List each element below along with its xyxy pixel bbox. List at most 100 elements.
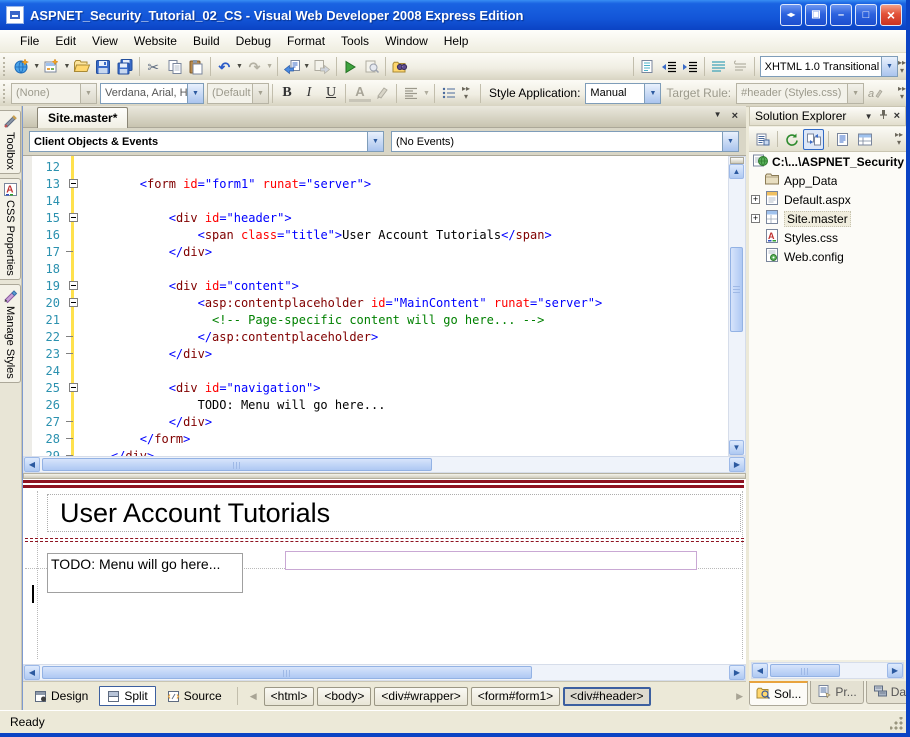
view-button-source[interactable]: Source	[160, 686, 229, 706]
panel-tab-pr[interactable]: Pr...	[810, 681, 863, 704]
view-code-icon[interactable]	[832, 129, 853, 150]
font-size-dropdown[interactable]: (Default ▼	[207, 83, 269, 104]
alignment-dropdown-icon[interactable]: ▼	[422, 82, 431, 104]
uncomment-lines-icon[interactable]	[729, 56, 750, 78]
scrollbar-thumb[interactable]	[730, 247, 743, 332]
design-view[interactable]: User Account Tutorials TODO: Menu will g…	[23, 479, 746, 664]
menu-item-help[interactable]: Help	[436, 31, 477, 51]
tree-item-web-config[interactable]: Web.config	[749, 247, 906, 266]
tree-item-styles-css[interactable]: AStyles.css	[749, 228, 906, 247]
scroll-right-icon[interactable]: ▶	[729, 665, 745, 680]
scroll-left-icon[interactable]: ◀	[24, 665, 40, 680]
tree-horizontal-scrollbar[interactable]: ◀ ▶	[751, 662, 904, 679]
solution-explorer-title-bar[interactable]: Solution Explorer ▼ ×	[749, 106, 906, 126]
panel-menu-dropdown-icon[interactable]: ▼	[865, 112, 873, 121]
cut-icon[interactable]: ✂	[142, 56, 163, 78]
sidebar-tab-toolbox[interactable]: Toolbox	[0, 110, 21, 174]
tree-item-site-master[interactable]: +Site.master	[749, 209, 906, 228]
find-in-files-icon[interactable]	[389, 56, 410, 78]
design-horizontal-scrollbar[interactable]: ◀ ▶	[23, 664, 746, 681]
document-list-dropdown-icon[interactable]: ▼	[714, 110, 722, 122]
fold-collapse-icon[interactable]	[64, 298, 82, 307]
close-document-icon[interactable]: ×	[732, 110, 738, 122]
toolbar-overflow-icon[interactable]: ▸▸▾	[898, 59, 906, 75]
resize-grip[interactable]	[890, 717, 904, 731]
toolbar-overflow-icon[interactable]: ▸▸▾	[898, 85, 906, 101]
expand-icon[interactable]: +	[751, 195, 760, 204]
tag-nav-scroll-left-icon[interactable]: ◀	[250, 691, 257, 702]
panel-tab-sol[interactable]: Sol...	[749, 681, 808, 706]
content-placeholder-region[interactable]	[285, 551, 697, 570]
menu-item-file[interactable]: File	[12, 31, 47, 51]
tab-site-master[interactable]: Site.master*	[37, 107, 128, 128]
start-debugging-icon[interactable]	[340, 56, 361, 78]
target-class-dropdown[interactable]: (None) ▼	[11, 83, 97, 104]
italic-icon[interactable]: I	[298, 82, 320, 104]
scrollbar-thumb[interactable]	[770, 664, 840, 677]
tag-navigator-body[interactable]: <body>	[317, 687, 371, 706]
tree-item-app-data[interactable]: App_Data	[749, 171, 906, 190]
save-icon[interactable]	[93, 56, 114, 78]
code-line-21[interactable]: 21 <!-- Page-specific content will go he…	[32, 311, 722, 328]
code-line-23[interactable]: 23 </div>	[32, 345, 722, 362]
code-line-20[interactable]: 20 <asp:contentplaceholder id="MainConte…	[32, 294, 722, 311]
find-icon[interactable]	[361, 56, 382, 78]
scroll-left-icon[interactable]: ◀	[752, 663, 768, 678]
code-line-17[interactable]: 17 </div>	[32, 243, 722, 260]
header-region[interactable]: User Account Tutorials	[47, 494, 741, 532]
code-line-15[interactable]: 15 <div id="header">	[32, 209, 722, 226]
navigate-backward-icon[interactable]	[281, 56, 302, 78]
code-line-12[interactable]: 12	[32, 158, 722, 175]
tag-navigator-html[interactable]: <html>	[264, 687, 315, 706]
editor-horizontal-scrollbar[interactable]: ◀ ▶	[23, 456, 746, 473]
code-line-18[interactable]: 18	[32, 260, 722, 277]
view-button-design[interactable]: Design	[27, 686, 95, 706]
sidebar-tab-manage-styles[interactable]: Manage Styles	[0, 284, 21, 383]
events-dropdown[interactable]: (No Events) ▼	[391, 131, 739, 152]
format-document-icon[interactable]	[637, 56, 658, 78]
comment-lines-icon[interactable]	[708, 56, 729, 78]
copy-web-site-icon[interactable]	[803, 129, 824, 150]
code-line-27[interactable]: 27 </div>	[32, 413, 722, 430]
code-line-29[interactable]: 29 </div>	[32, 447, 722, 456]
bullet-list-icon[interactable]	[438, 82, 460, 104]
code-line-26[interactable]: 26 TODO: Menu will go here...	[32, 396, 722, 413]
code-line-19[interactable]: 19 <div id="content">	[32, 277, 722, 294]
close-button[interactable]: ×	[880, 4, 902, 26]
add-new-item-icon[interactable]	[41, 56, 62, 78]
code-line-13[interactable]: 13 <form id="form1" runat="server">	[32, 175, 722, 192]
open-file-icon[interactable]	[71, 56, 92, 78]
fold-collapse-icon[interactable]	[64, 383, 82, 392]
minimize-button[interactable]: –	[830, 4, 852, 26]
scroll-down-icon[interactable]: ▼	[729, 440, 744, 455]
paste-icon[interactable]	[185, 56, 206, 78]
menu-item-window[interactable]: Window	[377, 31, 436, 51]
navigate-backward-dropdown-icon[interactable]: ▼	[302, 56, 311, 78]
menu-item-debug[interactable]: Debug	[228, 31, 279, 51]
redo-dropdown-icon[interactable]: ▼	[265, 56, 274, 78]
toolbar-grip[interactable]	[3, 84, 7, 103]
view-designer-icon[interactable]	[854, 129, 875, 150]
doctype-validation-dropdown[interactable]: XHTML 1.0 Transitional ( ▼	[760, 56, 898, 77]
menu-item-website[interactable]: Website	[126, 31, 185, 51]
tag-navigator-divwrapper[interactable]: <div#wrapper>	[374, 687, 467, 706]
tag-navigator-divheader[interactable]: <div#header>	[563, 687, 650, 706]
properties-icon[interactable]	[752, 129, 773, 150]
increase-indent-icon[interactable]	[680, 56, 701, 78]
dock-left-right-button[interactable]: ◂▸	[780, 4, 802, 26]
undo-icon[interactable]: ↶	[214, 56, 235, 78]
tag-navigator-formform1[interactable]: <form#form1>	[471, 687, 560, 706]
editor-vertical-scrollbar[interactable]: ▲ ▼	[728, 156, 746, 456]
menu-item-tools[interactable]: Tools	[333, 31, 377, 51]
scroll-up-icon[interactable]: ▲	[729, 164, 744, 179]
code-line-25[interactable]: 25 <div id="navigation">	[32, 379, 722, 396]
menu-item-format[interactable]: Format	[279, 31, 333, 51]
maximize-button[interactable]: □	[855, 4, 877, 26]
code-line-16[interactable]: 16 <span class="title">User Account Tuto…	[32, 226, 722, 243]
copy-icon[interactable]	[164, 56, 185, 78]
code-line-22[interactable]: 22 </asp:contentplaceholder>	[32, 328, 722, 345]
font-name-dropdown[interactable]: Verdana, Arial, Hel ▼	[100, 83, 204, 104]
bold-icon[interactable]: B	[276, 82, 298, 104]
tree-item-c-aspnet-security[interactable]: C:\...\ASPNET_Security	[749, 152, 906, 171]
code-line-14[interactable]: 14	[32, 192, 722, 209]
